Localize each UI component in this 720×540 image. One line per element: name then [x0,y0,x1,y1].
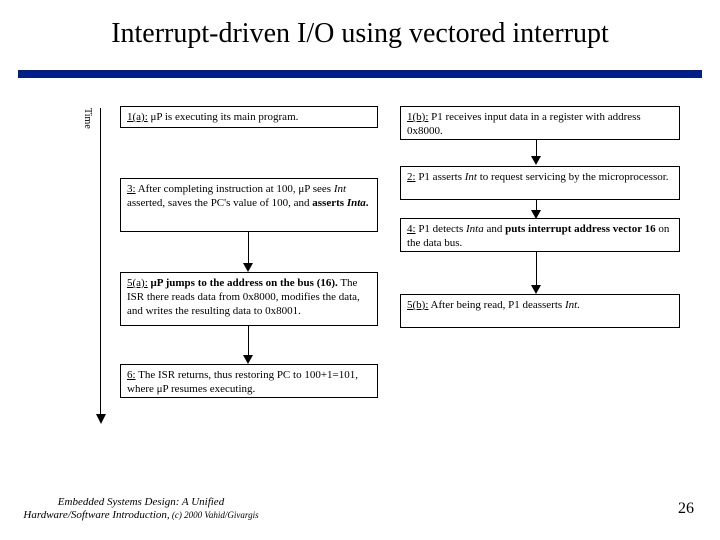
step-2-box: 2: P1 asserts Int to request servicing b… [400,166,680,200]
step-5a-label: 5(a): [127,277,148,289]
step-1a-box: 1(a): μP is executing its main program. [120,106,378,128]
footer-copyright: (c) 2000 Vahid/Givargis [170,510,259,520]
step-3-label: 3: [127,183,136,195]
step-4-label: 4: [407,223,416,235]
step-3-ital: Int [334,183,346,195]
arrow-5a-to-6-stem [248,326,249,358]
step-6-text: The ISR returns, thus restoring PC to 10… [127,369,358,395]
footer-citation: Embedded Systems Design: A Unified Hardw… [16,496,266,522]
step-5b-text-pre: After being read, P1 deasserts [428,299,565,311]
step-3-bold1: asserts [312,197,347,209]
step-4-ital: Inta [466,223,484,235]
step-3-bold2: . [366,197,369,209]
page-number: 26 [678,500,694,518]
step-2-label: 2: [407,171,416,183]
step-1a-text: μP is executing its main program. [148,111,299,123]
step-5a-box: 5(a): μP jumps to the address on the bus… [120,272,378,326]
step-3-box: 3: After completing instruction at 100, … [120,178,378,232]
arrow-3-to-5a-stem [248,232,249,266]
step-3-bold-ital: Inta [347,197,366,209]
time-axis-line [100,108,101,418]
step-5b-text-post: . [577,299,580,311]
step-4-bold: puts interrupt address vector 16 [505,223,656,235]
arrow-1b-to-2-head [531,156,541,165]
title-divider [18,70,702,78]
step-4-text-mid: and [484,223,505,235]
time-axis-label: Time [82,108,93,129]
step-3-text-pre: After completing instruction at 100, μP … [136,183,334,195]
step-1b-text: P1 receives input data in a register wit… [407,111,641,137]
step-5a-bold: μP jumps to the address on the bus (16). [148,277,338,289]
step-4-text-pre: P1 detects [416,223,466,235]
arrow-4-to-5b-head [531,285,541,294]
step-3-text-mid: asserted, saves the PC's value of 100, a… [127,197,312,209]
step-2-ital: Int [465,171,477,183]
step-4-box: 4: P1 detects Inta and puts interrupt ad… [400,218,680,252]
step-1b-box: 1(b): P1 receives input data in a regist… [400,106,680,140]
slide-title: Interrupt-driven I/O using vectored inte… [0,18,720,50]
step-2-text-post: to request servicing by the microprocess… [477,171,669,183]
step-6-box: 6: The ISR returns, thus restoring PC to… [120,364,378,398]
arrow-3-to-5a-head [243,263,253,272]
step-5b-label: 5(b): [407,299,428,311]
arrow-5a-to-6-head [243,355,253,364]
step-5b-box: 5(b): After being read, P1 deasserts Int… [400,294,680,328]
step-2-text-pre: P1 asserts [416,171,465,183]
step-6-label: 6: [127,369,136,381]
step-1a-label: 1(a): [127,111,148,123]
time-axis-arrowhead [96,414,106,424]
step-5b-ital: Int [565,299,577,311]
step-1b-label: 1(b): [407,111,428,123]
arrow-4-to-5b-stem [536,252,537,288]
